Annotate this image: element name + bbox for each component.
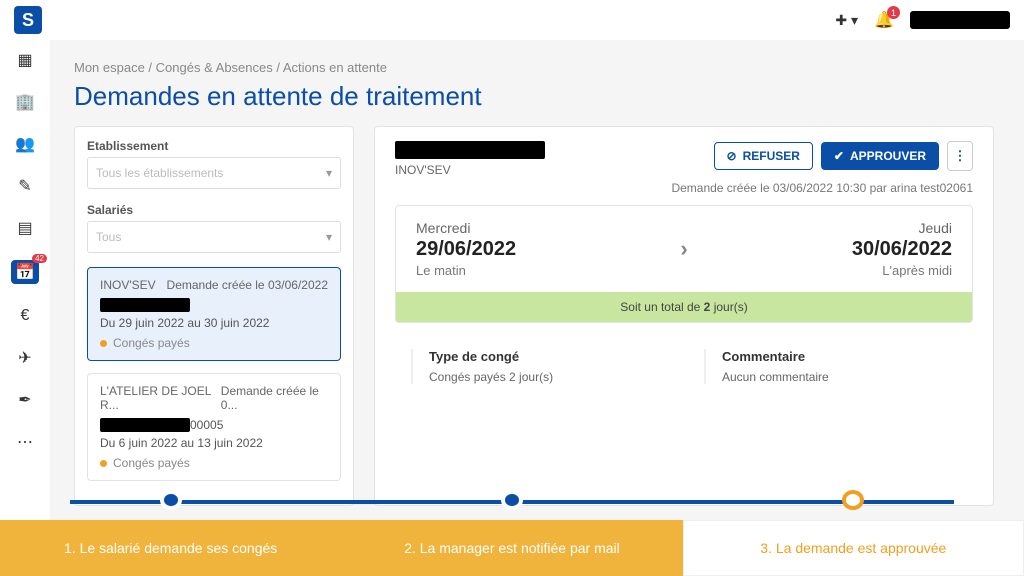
cancel-icon: ⊘ — [727, 149, 737, 163]
end-day: Jeudi — [852, 220, 952, 236]
step-2-label: 2. La manager est notifiée par mail — [341, 520, 682, 576]
filter-establishment-value: Tous les établissements — [96, 166, 223, 180]
add-menu-icon[interactable]: ✚ ▾ — [835, 12, 858, 29]
end-part: L'après midi — [852, 263, 952, 278]
nav-calendar-icon[interactable]: 📅42 — [11, 260, 39, 284]
caret-down-icon: ▾ — [326, 230, 332, 244]
nav-euro-icon[interactable]: € — [15, 306, 35, 326]
comment-value: Aucun commentaire — [722, 370, 957, 384]
approve-button[interactable]: ✔APPROUVER — [821, 142, 939, 170]
request-estab: L'ATELIER DE JOEL R... — [100, 384, 221, 412]
refuse-button[interactable]: ⊘REFUSER — [714, 142, 813, 170]
status-dot-icon — [100, 340, 107, 347]
nav-document-icon[interactable]: ▤ — [15, 218, 35, 238]
start-date: 29/06/2022 — [416, 238, 516, 261]
request-estab: INOV'SEV — [100, 278, 156, 292]
step-circle-icon — [842, 490, 864, 510]
nav-send-icon[interactable]: ✈ — [15, 348, 35, 368]
detail-establishment: INOV'SEV — [395, 163, 545, 177]
calendar-badge: 42 — [32, 254, 47, 263]
filters-panel: Etablissement Tous les établissements ▾ … — [74, 126, 354, 506]
check-icon: ✔ — [834, 149, 844, 163]
process-stepper: 1. Le salarié demande ses congés 2. La m… — [0, 486, 1024, 576]
detail-panel: INOV'SEV ⊘REFUSER ✔APPROUVER ⋮ Demande c… — [374, 126, 994, 506]
step-3-label: 3. La demande est approuvée — [683, 520, 1024, 576]
filter-establishment-select[interactable]: Tous les établissements ▾ — [87, 157, 341, 189]
leave-type-label: Type de congé — [429, 349, 664, 364]
redacted-name — [395, 141, 545, 159]
breadcrumb[interactable]: Mon espace / Congés & Absences / Actions… — [74, 60, 994, 75]
request-card[interactable]: INOV'SEV Demande créée le 03/06/2022 Du … — [87, 267, 341, 361]
created-info: Demande créée le 03/06/2022 10:30 par ar… — [395, 181, 973, 195]
filter-employees-label: Salariés — [87, 203, 341, 217]
nav-apps-icon[interactable]: ▦ — [15, 50, 35, 70]
request-range: Du 29 juin 2022 au 30 juin 2022 — [100, 316, 328, 330]
start-part: Le matin — [416, 263, 516, 278]
page-title: Demandes en attente de traitement — [74, 81, 994, 112]
filter-establishment-label: Etablissement — [87, 139, 341, 153]
nav-pen-icon[interactable]: ✒ — [15, 390, 35, 410]
start-day: Mercredi — [416, 220, 516, 236]
user-menu[interactable] — [910, 11, 1010, 29]
redacted-name — [100, 298, 190, 312]
notification-bell-icon[interactable]: 🔔1 — [874, 10, 894, 30]
date-range-box: Mercredi 29/06/2022 Le matin › Jeudi 30/… — [395, 205, 973, 323]
request-range: Du 6 juin 2022 au 13 juin 2022 — [100, 436, 328, 450]
filter-employees-value: Tous — [96, 230, 121, 244]
request-type: Congés payés — [113, 336, 190, 350]
step-circle-icon — [160, 490, 182, 510]
step-1-label: 1. Le salarié demande ses congés — [0, 520, 341, 576]
request-created: Demande créée le 03/06/2022 — [167, 278, 328, 292]
step-circle-icon — [501, 490, 523, 510]
arrow-right-icon: › — [680, 236, 687, 262]
nav-edit-icon[interactable]: ✎ — [15, 176, 35, 196]
status-dot-icon — [100, 460, 107, 467]
notification-badge: 1 — [887, 6, 900, 19]
request-card[interactable]: L'ATELIER DE JOEL R... Demande créée le … — [87, 373, 341, 481]
nav-more-icon[interactable]: ⋯ — [15, 432, 35, 452]
redacted-name — [100, 418, 190, 432]
nav-people-icon[interactable]: 👥 — [15, 134, 35, 154]
request-id-suffix: 00005 — [190, 418, 223, 432]
caret-down-icon: ▾ — [326, 166, 332, 180]
comment-label: Commentaire — [722, 349, 957, 364]
request-created: Demande créée le 0... — [221, 384, 328, 412]
more-actions-button[interactable]: ⋮ — [947, 141, 973, 171]
leave-type-value: Congés payés 2 jour(s) — [429, 370, 664, 384]
total-days-bar: Soit un total de 2 jour(s) — [396, 292, 972, 322]
app-logo[interactable]: S — [14, 6, 42, 34]
nav-building-icon[interactable]: 🏢 — [15, 92, 35, 112]
end-date: 30/06/2022 — [852, 238, 952, 261]
filter-employees-select[interactable]: Tous ▾ — [87, 221, 341, 253]
request-type: Congés payés — [113, 456, 190, 470]
